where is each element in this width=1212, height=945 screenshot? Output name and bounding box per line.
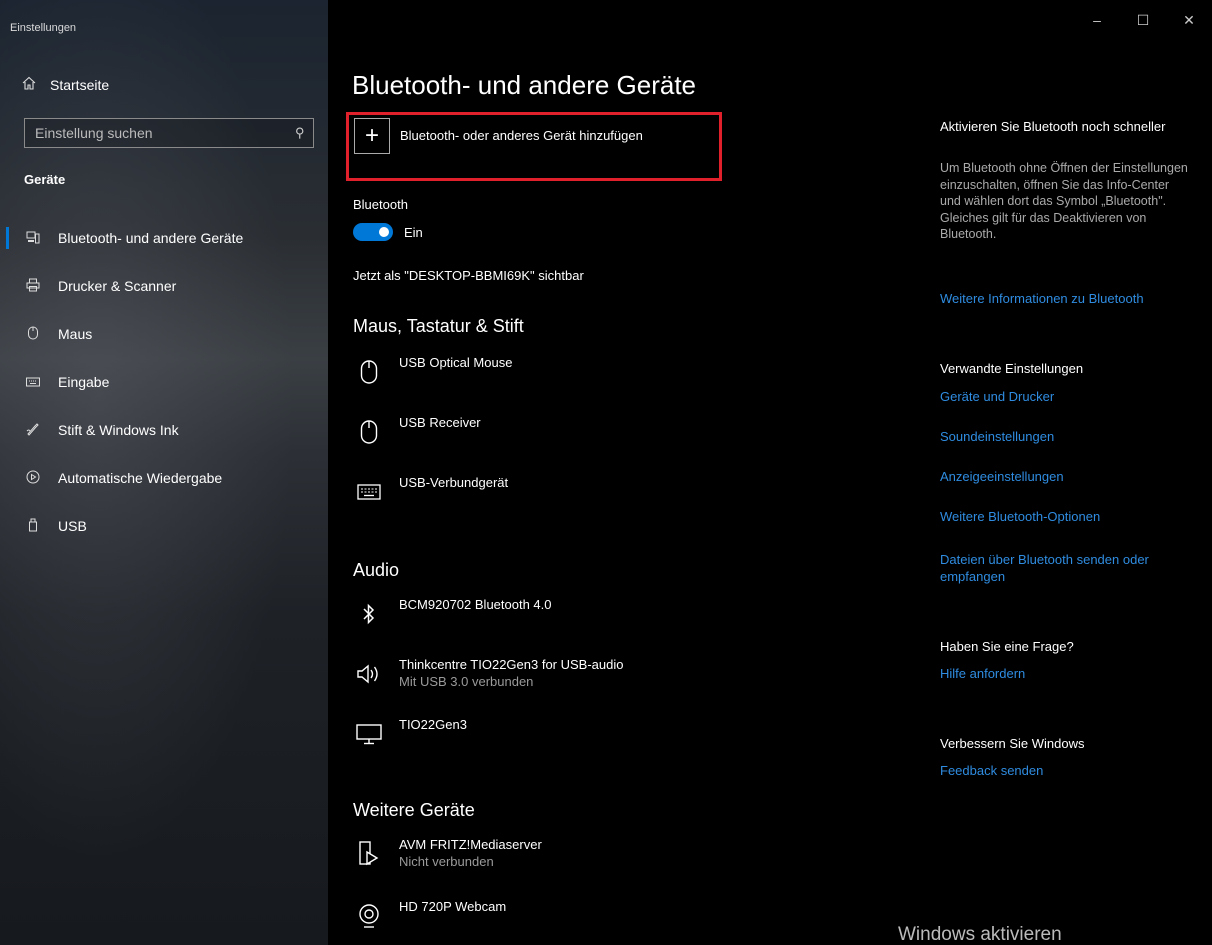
nav-list: Bluetooth- und andere Geräte Drucker & S…	[0, 214, 328, 550]
device-name: BCM920702 Bluetooth 4.0	[399, 597, 552, 612]
device-name: HD 720P Webcam	[399, 899, 507, 914]
monitor-icon	[353, 718, 385, 750]
group-title-other: Weitere Geräte	[353, 800, 475, 820]
window-controls: – ☐ ✕	[1074, 12, 1212, 29]
home-icon	[22, 76, 36, 93]
device-usb-verbundgeraet[interactable]: USB-Verbundgerät	[353, 474, 873, 508]
media-server-icon	[353, 838, 385, 870]
faster-text: Um Bluetooth ohne Öffnen der Einstellung…	[940, 161, 1188, 241]
group-title-input: Maus, Tastatur & Stift	[353, 316, 524, 336]
add-device-label: Bluetooth- oder anderes Gerät hinzufügen	[400, 128, 643, 143]
sidebar-item-label: USB	[58, 518, 87, 534]
device-name: AVM FRITZ!Mediaserver	[399, 837, 542, 852]
faster-title: Aktivieren Sie Bluetooth noch schneller	[940, 119, 1166, 134]
pen-icon	[24, 422, 42, 439]
bluetooth-devices-icon	[24, 230, 42, 247]
link-send-receive-files[interactable]: Dateien über Bluetooth senden oder empfa…	[940, 551, 1165, 585]
search-icon[interactable]: ⚲	[295, 125, 305, 141]
sidebar-item-label: Automatische Wiedergabe	[58, 470, 223, 486]
printer-icon	[24, 278, 42, 295]
keyboard-icon	[24, 374, 42, 390]
search-input[interactable]	[35, 125, 285, 141]
sidebar-item-autoplay[interactable]: Automatische Wiedergabe	[0, 454, 328, 502]
close-button[interactable]: ✕	[1166, 12, 1212, 29]
link-send-feedback[interactable]: Feedback senden	[940, 762, 1200, 779]
related-title: Verwandte Einstellungen	[940, 361, 1084, 376]
link-more-bluetooth-options[interactable]: Weitere Bluetooth-Optionen	[940, 508, 1200, 525]
device-name: USB Receiver	[399, 415, 481, 430]
device-usb-optical-mouse[interactable]: USB Optical Mouse	[353, 354, 873, 388]
device-tio22gen3[interactable]: TIO22Gen3	[353, 716, 873, 750]
speaker-icon	[353, 658, 385, 690]
sidebar-item-label: Bluetooth- und andere Geräte	[58, 230, 244, 246]
main-content: – ☐ ✕ Bluetooth- und andere Geräte + Blu…	[328, 0, 1212, 945]
bluetooth-toggle[interactable]	[353, 223, 393, 241]
search-box[interactable]: ⚲	[24, 118, 314, 148]
toggle-knob	[379, 227, 389, 237]
usb-icon	[24, 518, 42, 535]
link-get-help[interactable]: Hilfe anfordern	[940, 665, 1200, 682]
activation-watermark: Windows aktivieren	[898, 924, 1062, 945]
link-sound-settings[interactable]: Soundeinstellungen	[940, 428, 1200, 445]
sidebar-item-label: Maus	[58, 326, 93, 342]
discoverable-text: Jetzt als "DESKTOP-BBMI69K" sichtbar	[353, 268, 584, 283]
plus-icon: +	[354, 118, 390, 154]
device-usb-receiver[interactable]: USB Receiver	[353, 414, 873, 448]
group-title-audio: Audio	[353, 560, 400, 580]
question-title: Haben Sie eine Frage?	[940, 639, 1074, 654]
device-name: TIO22Gen3	[399, 717, 467, 732]
sidebar: Einstellungen Startseite ⚲ Geräte Blueto…	[0, 0, 328, 945]
minimize-button[interactable]: –	[1074, 12, 1120, 29]
sidebar-item-mouse[interactable]: Maus	[0, 310, 328, 358]
device-thinkcentre-audio[interactable]: Thinkcentre TIO22Gen3 for USB-audio Mit …	[353, 656, 873, 690]
mouse-icon	[353, 356, 385, 388]
add-device-button[interactable]: + Bluetooth- oder anderes Gerät hinzufüg…	[352, 118, 643, 154]
link-devices-printers[interactable]: Geräte und Drucker	[940, 388, 1200, 405]
webcam-icon	[353, 900, 385, 932]
mouse-icon	[24, 326, 42, 343]
page-title: Bluetooth- und andere Geräte	[352, 70, 697, 100]
nav-home-label: Startseite	[50, 76, 110, 93]
device-name: USB-Verbundgerät	[399, 475, 509, 490]
nav-home[interactable]: Startseite	[22, 76, 109, 93]
device-name: USB Optical Mouse	[399, 355, 513, 370]
sidebar-item-printers[interactable]: Drucker & Scanner	[0, 262, 328, 310]
device-hd-webcam[interactable]: HD 720P Webcam	[353, 898, 873, 932]
bluetooth-icon	[353, 598, 385, 630]
sidebar-item-pen[interactable]: Stift & Windows Ink	[0, 406, 328, 454]
device-status: Nicht verbunden	[399, 854, 494, 869]
device-bcm920702[interactable]: BCM920702 Bluetooth 4.0	[353, 596, 873, 630]
sidebar-item-label: Eingabe	[58, 374, 110, 390]
mouse-icon	[353, 416, 385, 448]
bluetooth-state: Ein	[404, 224, 423, 240]
sidebar-item-label: Drucker & Scanner	[58, 278, 177, 294]
autoplay-icon	[24, 470, 42, 487]
keyboard-icon	[353, 476, 385, 508]
sidebar-item-bluetooth[interactable]: Bluetooth- und andere Geräte	[0, 214, 328, 262]
bluetooth-label: Bluetooth	[353, 197, 408, 212]
sidebar-item-input[interactable]: Eingabe	[0, 358, 328, 406]
device-name: Thinkcentre TIO22Gen3 for USB-audio	[399, 657, 624, 672]
bluetooth-toggle-row: Ein	[353, 223, 423, 241]
window-title: Einstellungen	[10, 22, 77, 34]
device-fritz-mediaserver[interactable]: AVM FRITZ!Mediaserver Nicht verbunden	[353, 836, 873, 870]
sidebar-item-usb[interactable]: USB	[0, 502, 328, 550]
sidebar-item-label: Stift & Windows Ink	[58, 422, 179, 438]
device-status: Mit USB 3.0 verbunden	[399, 674, 534, 689]
section-label: Geräte	[24, 172, 66, 187]
link-display-settings[interactable]: Anzeigeeinstellungen	[940, 468, 1200, 485]
improve-title: Verbessern Sie Windows	[940, 736, 1085, 751]
link-more-info-bluetooth[interactable]: Weitere Informationen zu Bluetooth	[940, 290, 1200, 307]
maximize-button[interactable]: ☐	[1120, 12, 1166, 29]
